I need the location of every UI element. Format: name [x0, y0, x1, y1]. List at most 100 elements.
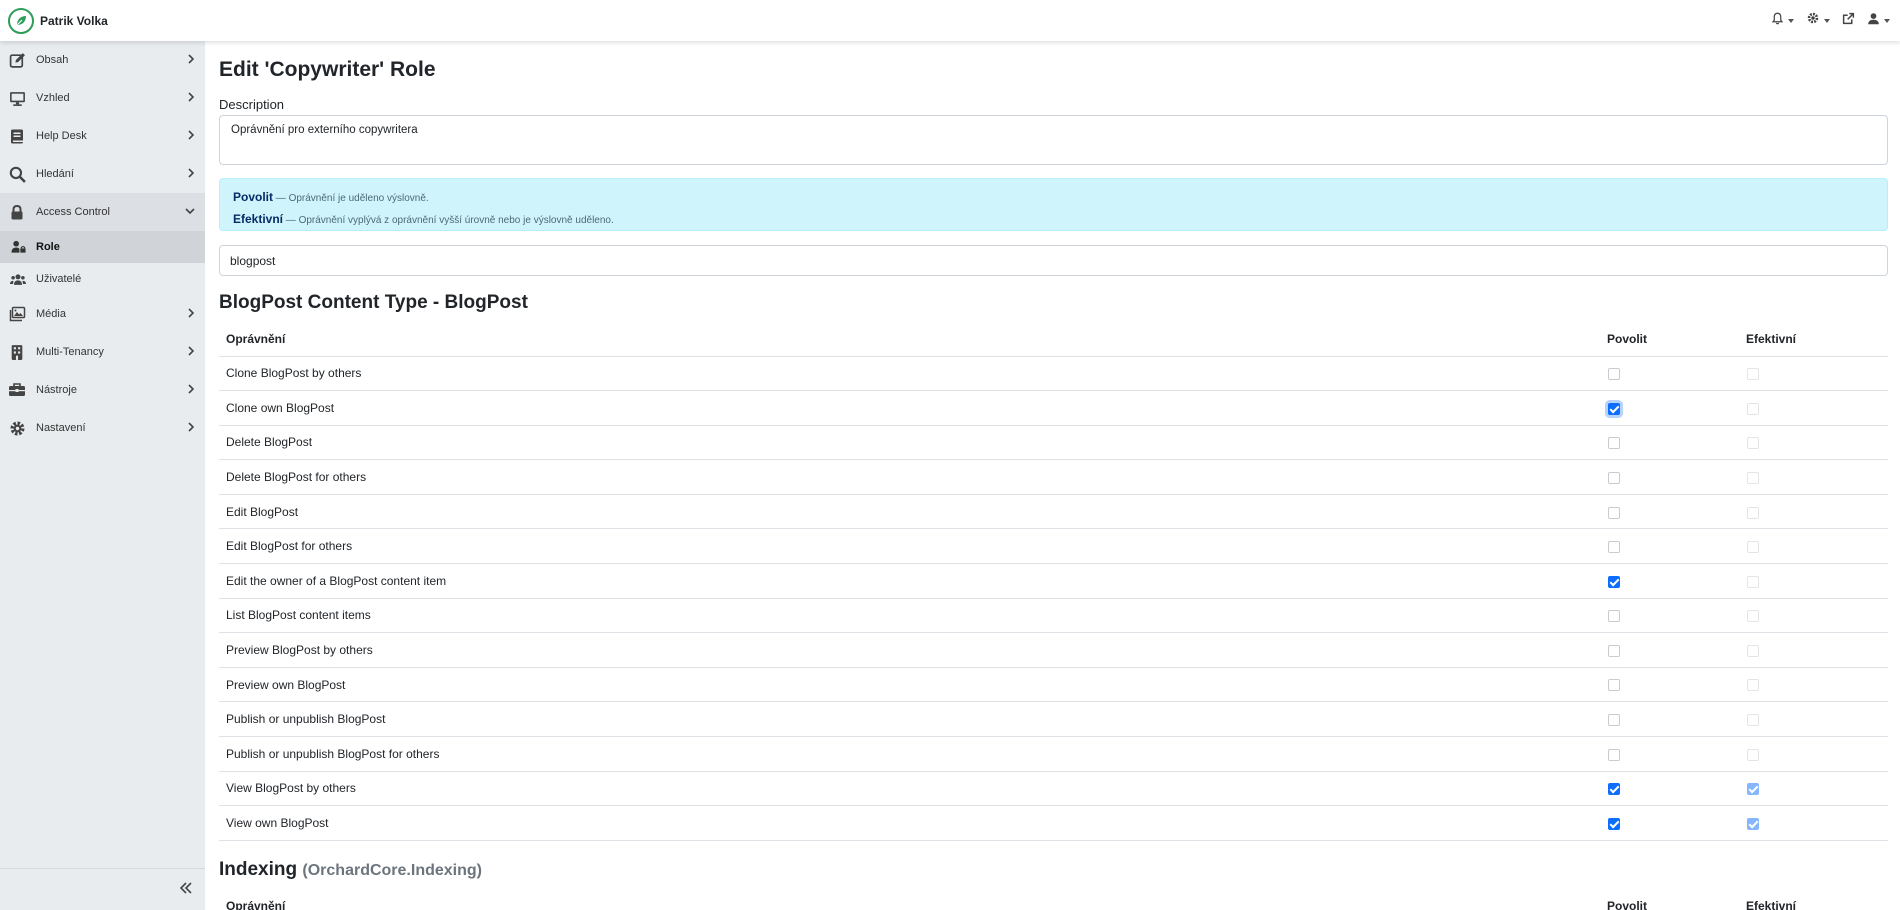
- permission-name: View own BlogPost: [219, 805, 1600, 841]
- effective-checkbox: [1747, 748, 1759, 761]
- orchard-logo-icon: [8, 7, 34, 34]
- building-icon: [8, 343, 26, 361]
- permission-name: Edit BlogPost: [219, 494, 1600, 530]
- users-icon: [10, 271, 26, 287]
- chevron-right-icon: [187, 346, 195, 359]
- allow-checkbox[interactable]: [1608, 714, 1620, 727]
- main-content: Edit 'Copywriter' Role Description Opráv…: [219, 41, 1888, 910]
- permission-filter-input[interactable]: [219, 245, 1888, 276]
- permissions-table-indexing: Oprávnění Povolit Efektivní: [219, 889, 1888, 910]
- effective-checkbox: [1747, 817, 1759, 830]
- sidebar-subitem-uzivatele[interactable]: Uživatelé: [0, 263, 205, 295]
- sidebar-item-label: Access Control: [36, 206, 110, 218]
- allow-cell: [1600, 425, 1739, 461]
- toolbox-icon: [8, 381, 26, 399]
- table-row: Preview BlogPost by others: [219, 632, 1888, 668]
- sidebar-item-nastroje[interactable]: Nástroje: [0, 371, 205, 409]
- allow-cell: [1600, 805, 1739, 841]
- table-row: Clone own BlogPost: [219, 390, 1888, 426]
- effective-checkbox: [1747, 368, 1759, 381]
- legend-allow-line: Povolit — Oprávnění je uděleno výslovně.: [233, 187, 1874, 209]
- sidebar-item-access-control[interactable]: Access Control: [0, 193, 205, 231]
- sidebar-item-label: Hledání: [36, 168, 74, 180]
- allow-checkbox[interactable]: [1608, 368, 1620, 381]
- brand-link[interactable]: Patrik Volka: [0, 0, 108, 41]
- allow-checkbox[interactable]: [1608, 437, 1620, 450]
- column-header-permission: Oprávnění: [219, 889, 1600, 910]
- allow-checkbox[interactable]: [1608, 783, 1620, 796]
- effective-cell: [1739, 459, 1888, 495]
- allow-checkbox[interactable]: [1608, 610, 1620, 623]
- sidebar-item-media[interactable]: Média: [0, 295, 205, 333]
- allow-checkbox[interactable]: [1608, 506, 1620, 519]
- permission-legend-alert: Povolit — Oprávnění je uděleno výslovně.…: [219, 178, 1888, 231]
- allow-cell: [1600, 459, 1739, 495]
- sidebar-item-help-desk[interactable]: Help Desk: [0, 117, 205, 155]
- effective-checkbox: [1747, 610, 1759, 623]
- permissions-table-blogpost: Oprávnění Povolit Efektivní Clone BlogPo…: [219, 322, 1888, 841]
- effective-checkbox: [1747, 575, 1759, 588]
- effective-checkbox: [1747, 783, 1759, 796]
- allow-cell: [1600, 667, 1739, 703]
- sidebar-item-nastaveni[interactable]: Nastavení: [0, 409, 205, 447]
- allow-checkbox[interactable]: [1608, 644, 1620, 657]
- table-row: List BlogPost content items: [219, 598, 1888, 634]
- sidebar-item-vzhled[interactable]: Vzhled: [0, 79, 205, 117]
- allow-checkbox[interactable]: [1608, 748, 1620, 761]
- table-row: Edit the owner of a BlogPost content ite…: [219, 563, 1888, 599]
- notifications-dropdown[interactable]: [1771, 12, 1794, 30]
- table-row: Delete BlogPost: [219, 425, 1888, 461]
- allow-cell: [1600, 390, 1739, 426]
- sidebar-item-obsah[interactable]: Obsah: [0, 41, 205, 79]
- effective-cell: [1739, 425, 1888, 461]
- chevron-down-icon: [185, 206, 195, 218]
- bell-icon: [1771, 12, 1784, 30]
- legend-effective-line: Efektivní — Oprávnění vyplývá z oprávněn…: [233, 209, 1874, 231]
- gear-icon: [8, 419, 26, 437]
- allow-checkbox[interactable]: [1608, 471, 1620, 484]
- sidebar-item-label: Obsah: [36, 54, 69, 66]
- chevron-right-icon: [187, 308, 195, 321]
- chevron-right-icon: [187, 168, 195, 181]
- permission-name: Edit BlogPost for others: [219, 528, 1600, 565]
- table-row: Clone BlogPost by others: [219, 356, 1888, 392]
- effective-checkbox: [1747, 714, 1759, 727]
- allow-cell: [1600, 771, 1739, 807]
- allow-checkbox[interactable]: [1608, 402, 1620, 415]
- sidebar-subitem-role[interactable]: Role: [0, 231, 205, 263]
- effective-cell: [1739, 805, 1888, 841]
- permission-name: Publish or unpublish BlogPost: [219, 701, 1600, 738]
- effective-checkbox: [1747, 541, 1759, 554]
- legend-effective-text: — Oprávnění vyplývá z oprávnění vyšší úr…: [283, 215, 614, 226]
- page-title: Edit 'Copywriter' Role: [219, 58, 436, 81]
- allow-cell: [1600, 356, 1739, 392]
- legend-allow-term: Povolit: [233, 190, 274, 204]
- permission-name: View BlogPost by others: [219, 771, 1600, 807]
- table-header-row: Oprávnění Povolit Efektivní: [219, 889, 1888, 910]
- allow-checkbox[interactable]: [1608, 575, 1620, 588]
- allow-cell: [1600, 598, 1739, 634]
- permission-name: Preview own BlogPost: [219, 667, 1600, 703]
- sidebar-item-multi-tenancy[interactable]: Multi-Tenancy: [0, 333, 205, 371]
- effective-checkbox: [1747, 644, 1759, 657]
- user-menu-dropdown[interactable]: [1867, 12, 1890, 30]
- effective-checkbox: [1747, 437, 1759, 450]
- effective-cell: [1739, 390, 1888, 426]
- collapse-sidebar-icon[interactable]: [179, 881, 193, 900]
- search-icon: [8, 165, 26, 183]
- chevron-down-icon: [1884, 18, 1890, 23]
- description-textarea[interactable]: Oprávnění pro externího copywritera: [219, 115, 1888, 165]
- effective-cell: [1739, 701, 1888, 738]
- allow-checkbox[interactable]: [1608, 541, 1620, 554]
- theme-dropdown[interactable]: [1806, 11, 1830, 30]
- allow-checkbox[interactable]: [1608, 817, 1620, 830]
- table-row: Publish or unpublish BlogPost: [219, 701, 1888, 738]
- column-header-allow: Povolit: [1600, 889, 1739, 910]
- lock-icon: [8, 203, 26, 221]
- visit-site-link[interactable]: [1842, 12, 1855, 30]
- column-header-permission: Oprávnění: [219, 322, 1600, 357]
- allow-checkbox[interactable]: [1608, 679, 1620, 692]
- sidebar-item-hledani[interactable]: Hledání: [0, 155, 205, 193]
- chevron-right-icon: [187, 54, 195, 67]
- legend-effective-term: Efektivní: [233, 212, 284, 226]
